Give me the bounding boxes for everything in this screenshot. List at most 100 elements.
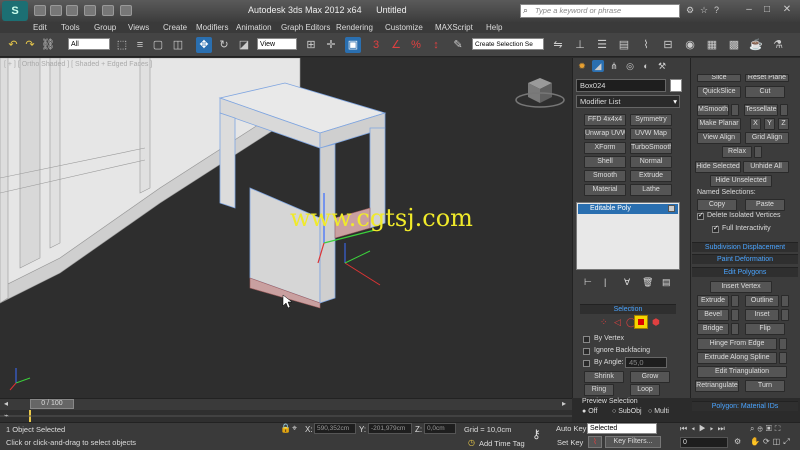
- modifier-extrude-button[interactable]: Extrude: [630, 170, 672, 182]
- save-file-icon[interactable]: [66, 5, 78, 16]
- undo-toolbar-icon[interactable]: ↶: [5, 37, 21, 53]
- make-unique-icon[interactable]: ∀: [624, 277, 630, 288]
- align-icon[interactable]: ⊥: [572, 37, 588, 53]
- absolute-mode-icon[interactable]: ⌖: [292, 423, 297, 434]
- stack-item-editable-poly[interactable]: Editable Poly: [578, 204, 678, 214]
- by-angle-checkbox[interactable]: [583, 360, 590, 367]
- menu-views[interactable]: Views: [128, 22, 149, 33]
- select-move-icon[interactable]: ✥: [196, 37, 212, 53]
- lock-selection-icon[interactable]: 🔒: [280, 423, 291, 434]
- time-slider[interactable]: [0, 398, 572, 410]
- delete-isolated-checkbox[interactable]: [697, 211, 704, 220]
- modifier-list-dropdown[interactable]: Modifier List ▾: [576, 95, 680, 108]
- turn-button[interactable]: Turn: [745, 380, 785, 392]
- minimize-button[interactable]: –: [742, 3, 756, 17]
- selection-filter-dropdown[interactable]: All: [68, 38, 110, 50]
- render-setup-icon[interactable]: ▦: [704, 37, 720, 53]
- redo-icon[interactable]: [102, 5, 114, 16]
- modifier-shell-button[interactable]: Shell: [584, 156, 626, 168]
- paint-deformation-rollout[interactable]: Paint Deformation: [692, 254, 798, 264]
- menu-graph-editors[interactable]: Graph Editors: [281, 22, 330, 33]
- select-by-name-icon[interactable]: ≡: [132, 37, 148, 53]
- undo-icon[interactable]: [84, 5, 96, 16]
- preview-multi-radio[interactable]: ○ Multi: [648, 408, 669, 415]
- copy-button[interactable]: Copy: [697, 199, 737, 211]
- angle-snap-icon[interactable]: ∠: [388, 37, 404, 53]
- tessellate-button[interactable]: Tessellate: [744, 104, 778, 116]
- select-object-icon[interactable]: ⬚: [114, 37, 130, 53]
- hinge-from-edge-button[interactable]: Hinge From Edge: [697, 338, 777, 350]
- object-name-field[interactable]: Box024: [576, 79, 666, 92]
- stack-toggle-icon[interactable]: [668, 205, 675, 212]
- spinner-snap-icon[interactable]: ↕: [428, 37, 444, 53]
- display-tab-icon[interactable]: ◐: [640, 60, 652, 72]
- remove-modifier-icon[interactable]: 🗑: [642, 277, 653, 288]
- paste-button[interactable]: Paste: [745, 199, 785, 211]
- menu-modifiers[interactable]: Modifiers: [196, 22, 228, 33]
- timeslider-next-icon[interactable]: ▸: [562, 399, 566, 408]
- planar-z-button[interactable]: Z: [778, 118, 789, 130]
- edit-polygons-rollout[interactable]: Edit Polygons: [692, 267, 798, 277]
- retriangulate-button[interactable]: Retriangulate: [695, 380, 739, 392]
- ignore-backfacing-checkbox[interactable]: [583, 348, 590, 355]
- mini-curve-editor-icon[interactable]: ⌁: [4, 411, 9, 420]
- view-align-button[interactable]: View Align: [697, 132, 741, 144]
- curve-editor-icon[interactable]: ⌇: [638, 37, 654, 53]
- msmooth-button[interactable]: MSmooth: [697, 104, 729, 116]
- time-slider-thumb[interactable]: 0 / 100: [30, 399, 74, 409]
- layer-manager-icon[interactable]: ☰: [594, 37, 610, 53]
- element-mode-icon[interactable]: ⬢: [652, 317, 660, 328]
- menu-create[interactable]: Create: [163, 22, 187, 33]
- project-folder-icon[interactable]: [120, 5, 132, 16]
- insert-vertex-button[interactable]: Insert Vertex: [710, 281, 772, 293]
- set-key-button[interactable]: Set Key: [557, 438, 583, 447]
- select-manipulate-icon[interactable]: ✛: [323, 37, 339, 53]
- grow-button[interactable]: Grow: [630, 371, 670, 383]
- percent-snap-icon[interactable]: %: [408, 37, 424, 53]
- polygon-material-ids-rollout[interactable]: Polygon: Material IDs: [692, 401, 798, 411]
- preview-off-radio[interactable]: ● Off: [582, 408, 597, 415]
- y-coordinate-field[interactable]: -201,979cm: [368, 423, 412, 434]
- keyboard-shortcut-icon[interactable]: ▣: [345, 37, 361, 53]
- render-production-icon[interactable]: ☕: [748, 37, 764, 53]
- menu-help[interactable]: Help: [486, 22, 502, 33]
- modifier-normal-button[interactable]: Normal: [630, 156, 672, 168]
- hide-unselected-button[interactable]: Hide Unselected: [710, 175, 772, 187]
- angle-value-field[interactable]: 45,0: [625, 357, 667, 368]
- pivot-center-icon[interactable]: ⊞: [303, 37, 319, 53]
- preview-subobj-radio[interactable]: ○ SubObj: [612, 408, 642, 415]
- motion-tab-icon[interactable]: ◎: [624, 60, 636, 72]
- relax-settings-button[interactable]: [754, 146, 762, 158]
- cut-button[interactable]: Cut: [745, 86, 785, 98]
- menu-tools[interactable]: Tools: [61, 22, 80, 33]
- time-config-icon[interactable]: ⚙: [734, 437, 741, 446]
- flip-button[interactable]: Flip: [745, 323, 785, 335]
- bevel-settings-button[interactable]: [731, 309, 739, 321]
- menu-animation[interactable]: Animation: [236, 22, 272, 33]
- material-editor-icon[interactable]: ◉: [682, 37, 698, 53]
- grid-align-button[interactable]: Grid Align: [745, 132, 789, 144]
- window-crossing-icon[interactable]: ◫: [170, 37, 186, 53]
- outline-button[interactable]: Outline: [745, 295, 779, 307]
- bridge-button[interactable]: Bridge: [697, 323, 729, 335]
- full-interactivity-checkbox[interactable]: [712, 224, 719, 233]
- tessellate-settings-button[interactable]: [780, 104, 788, 116]
- selection-rollout-header[interactable]: Selection: [580, 304, 676, 314]
- planar-x-button[interactable]: X: [750, 118, 761, 130]
- search-input[interactable]: Type a keyword or phrase: [520, 4, 680, 18]
- bridge-settings-button[interactable]: [731, 323, 739, 335]
- viewport-nav-controls[interactable]: ⌕⊕▣⛶: [750, 424, 783, 434]
- select-link-icon[interactable]: ⛓: [40, 37, 56, 53]
- reset-plane-button[interactable]: Reset Plane: [745, 74, 789, 82]
- modifier-xform-button[interactable]: XForm: [584, 142, 626, 154]
- open-file-icon[interactable]: [50, 5, 62, 16]
- inset-button[interactable]: Inset: [745, 309, 779, 321]
- menu-maxscript[interactable]: MAXScript: [435, 22, 473, 33]
- mirror-icon[interactable]: ⇋: [550, 37, 566, 53]
- modifier-lathe-button[interactable]: Lathe: [630, 184, 672, 196]
- utilities-tab-icon[interactable]: ⚒: [656, 60, 668, 72]
- snaps-toggle-icon[interactable]: 3: [368, 37, 384, 53]
- select-scale-icon[interactable]: ◪: [236, 37, 252, 53]
- hide-selected-button[interactable]: Hide Selected: [695, 161, 741, 173]
- menu-group[interactable]: Group: [94, 22, 116, 33]
